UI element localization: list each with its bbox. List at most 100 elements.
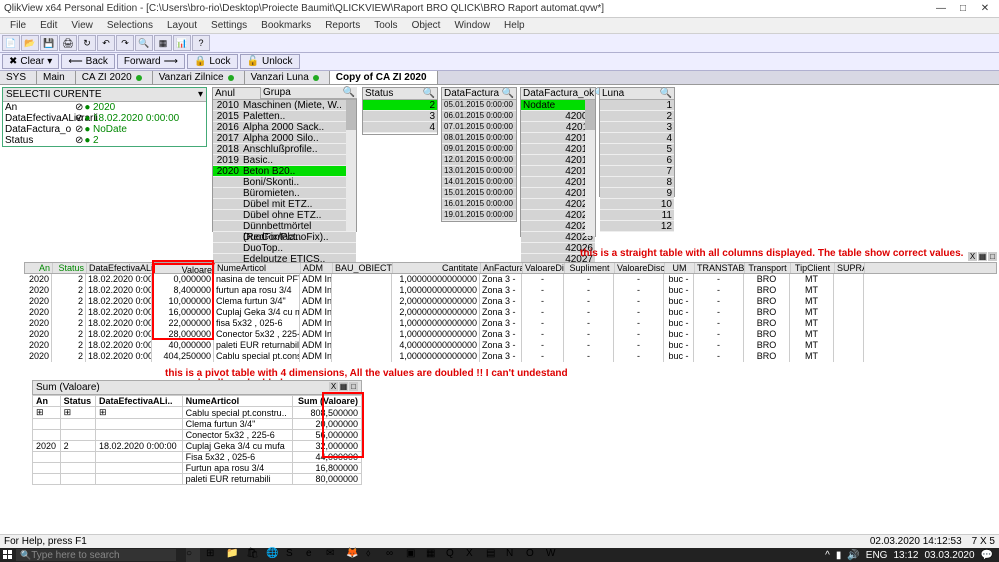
list-item[interactable]: 42012 [521,133,595,144]
col-tipclient[interactable]: TipClient [791,263,835,273]
tray-notifications-icon[interactable]: 💬 [981,550,993,561]
menu-file[interactable]: File [4,20,32,31]
task-excel-icon[interactable]: X [466,548,480,562]
tab-ca-zi-2020[interactable]: CA ZI 2020 [76,71,153,84]
menu-layout[interactable]: Layout [161,20,203,31]
scrollbar[interactable] [346,100,356,231]
list-item[interactable]: 14.01.2015 0:00:00 [442,177,516,188]
list-item[interactable]: 2 [363,100,437,111]
selection-row[interactable]: An⊘●2020 [3,102,206,113]
list-item[interactable]: 06.01.2015 0:00:00 [442,111,516,122]
scrollbar[interactable] [585,100,595,236]
task-store-icon[interactable]: 🛍 [246,548,260,562]
print-icon[interactable]: 🖨 [59,35,77,51]
list-item[interactable]: 3 [363,111,437,122]
task-calc-icon[interactable]: ▤ [486,548,500,562]
listbox-status[interactable]: Status🔍 234 [362,87,438,135]
list-item[interactable]: 42011 [521,122,595,133]
task-onenote-icon[interactable]: N [506,548,520,562]
table-row[interactable]: 2020218.02.2020 0:00:0 8,400000furtun ap… [24,285,997,296]
list-item[interactable]: 42025 [521,232,595,243]
list-item[interactable]: 2020Beton B20.. [213,166,356,177]
tab-vanzari-zilnice[interactable]: Vanzari Zilnice [153,71,245,84]
tray-up-icon[interactable]: ^ [825,550,830,561]
tray-lang[interactable]: ENG [866,550,888,561]
tray-time[interactable]: 13:12 [893,550,918,561]
task-word-icon[interactable]: W [546,548,560,562]
reload-icon[interactable]: ↻ [78,35,96,51]
list-item[interactable]: 12.01.2015 0:00:00 [442,155,516,166]
table-row[interactable]: 2020218.02.2020 0:00:0 16,000000Cuplaj G… [24,307,997,318]
taskbar-search[interactable]: 🔍 Type here to search [16,549,176,561]
listbox-search-icon[interactable]: 🔍 [343,87,355,98]
list-item[interactable]: 42013 [521,144,595,155]
table-xl-icon[interactable]: X [968,252,977,261]
pcol-date[interactable]: DataEfectivaALi.. [96,396,183,407]
pivot-row[interactable]: 2020218.02.2020 0:00:00 Cuplaj Geka 3/4 … [33,441,362,452]
pcol-sum[interactable]: Sum (Valoare) [293,396,362,407]
task-terminal-icon[interactable]: ▣ [406,548,420,562]
list-item[interactable]: 42018 [521,177,595,188]
menu-bookmarks[interactable]: Bookmarks [255,20,317,31]
pivot-table[interactable]: Sum (Valoare) X ▦ □ An Status DataEfecti… [32,380,362,485]
straight-table[interactable]: X ▦ □ An Status DataEfectivaALivrari Val… [24,262,997,362]
table-row[interactable]: 2020218.02.2020 0:00:0 22,000000fisa 5x3… [24,318,997,329]
table-row[interactable]: 2020218.02.2020 0:00:0 404,250000Cablu s… [24,351,997,362]
list-item[interactable]: 42023 [521,210,595,221]
col-cant[interactable]: Cantitate [393,263,481,273]
tray-volume-icon[interactable]: 🔊 [847,550,859,561]
task-vscode-icon[interactable]: ⬨ [366,548,380,562]
listbox-search-icon[interactable]: 🔍 [502,88,514,99]
col-date[interactable]: DataEfectivaALivrari [87,263,153,273]
task-mail-icon[interactable]: ✉ [326,548,340,562]
menu-tools[interactable]: Tools [368,20,403,31]
unlock-button[interactable]: 🔓 Unlock [240,54,300,69]
save-icon[interactable]: 💾 [40,35,58,51]
menu-selections[interactable]: Selections [101,20,159,31]
pivot-row[interactable]: paleti EUR returnabili80,000000 [33,474,362,485]
clear-sel-icon[interactable]: ⊘ [75,124,83,135]
menu-view[interactable]: View [65,20,99,31]
maximize-button[interactable]: □ [953,2,973,16]
selbox-menu-icon[interactable]: ▾ [198,89,203,100]
col-vd[interactable]: ValoareDiscount [523,263,565,273]
list-item[interactable]: 42009 [521,111,595,122]
list-item[interactable]: 42019 [521,188,595,199]
list-item[interactable]: 8 [600,177,674,188]
list-item[interactable]: 2017Alpha 2000 Silo.. [213,133,356,144]
col-adm[interactable]: ADM [301,263,333,273]
list-item[interactable]: 07.01.2015 0:00:00 [442,122,516,133]
menu-settings[interactable]: Settings [205,20,253,31]
table-row[interactable]: 2020218.02.2020 0:00:0 40,000000paleti E… [24,340,997,351]
col-zona[interactable]: AnFactura Zona [481,263,523,273]
pivot-max-icon[interactable]: □ [349,382,358,391]
list-item[interactable]: 2010Maschinen (Miete, W.. [213,100,356,111]
list-item[interactable]: 15.01.2015 0:00:00 [442,188,516,199]
col-vds[interactable]: ValoareDiscountSuplimentar [615,263,665,273]
new-icon[interactable]: 📄 [2,35,20,51]
listbox-datafactura-ok[interactable]: DataFactura_ok🔍 Nodate 42009420114201242… [520,87,596,237]
list-item[interactable]: 2019Basic.. [213,155,356,166]
list-item[interactable]: 4 [600,133,674,144]
menu-edit[interactable]: Edit [34,20,63,31]
clear-sel-icon[interactable]: ⊘ [75,102,83,113]
minimize-button[interactable]: — [931,2,951,16]
menu-window[interactable]: Window [448,20,496,31]
task-explorer-icon[interactable]: 📁 [226,548,240,562]
task-qlik-icon[interactable]: Q [446,548,460,562]
chart-icon[interactable]: 📊 [173,35,191,51]
search-icon[interactable]: 🔍 [135,35,153,51]
tray-date[interactable]: 03.03.2020 [924,550,974,561]
task-taskview-icon[interactable]: ⊞ [206,548,220,562]
task-skype-icon[interactable]: S [286,548,300,562]
list-item[interactable]: 42024 [521,221,595,232]
task-app-icon[interactable]: ▦ [426,548,440,562]
pivot-print-icon[interactable]: ▦ [339,382,348,391]
list-item[interactable]: Nodate [521,100,595,111]
col-supl[interactable]: Supliment [565,263,615,273]
tab-vanzari-luna[interactable]: Vanzari Luna [245,71,330,84]
tab-copy-ca-zi-2020[interactable]: Copy of CA ZI 2020 [330,71,438,84]
table-row[interactable]: 2020218.02.2020 0:00:0 0,000000nasina de… [24,274,997,285]
col-nume[interactable]: NumeArticol [215,263,301,273]
undo-icon[interactable]: ↶ [97,35,115,51]
